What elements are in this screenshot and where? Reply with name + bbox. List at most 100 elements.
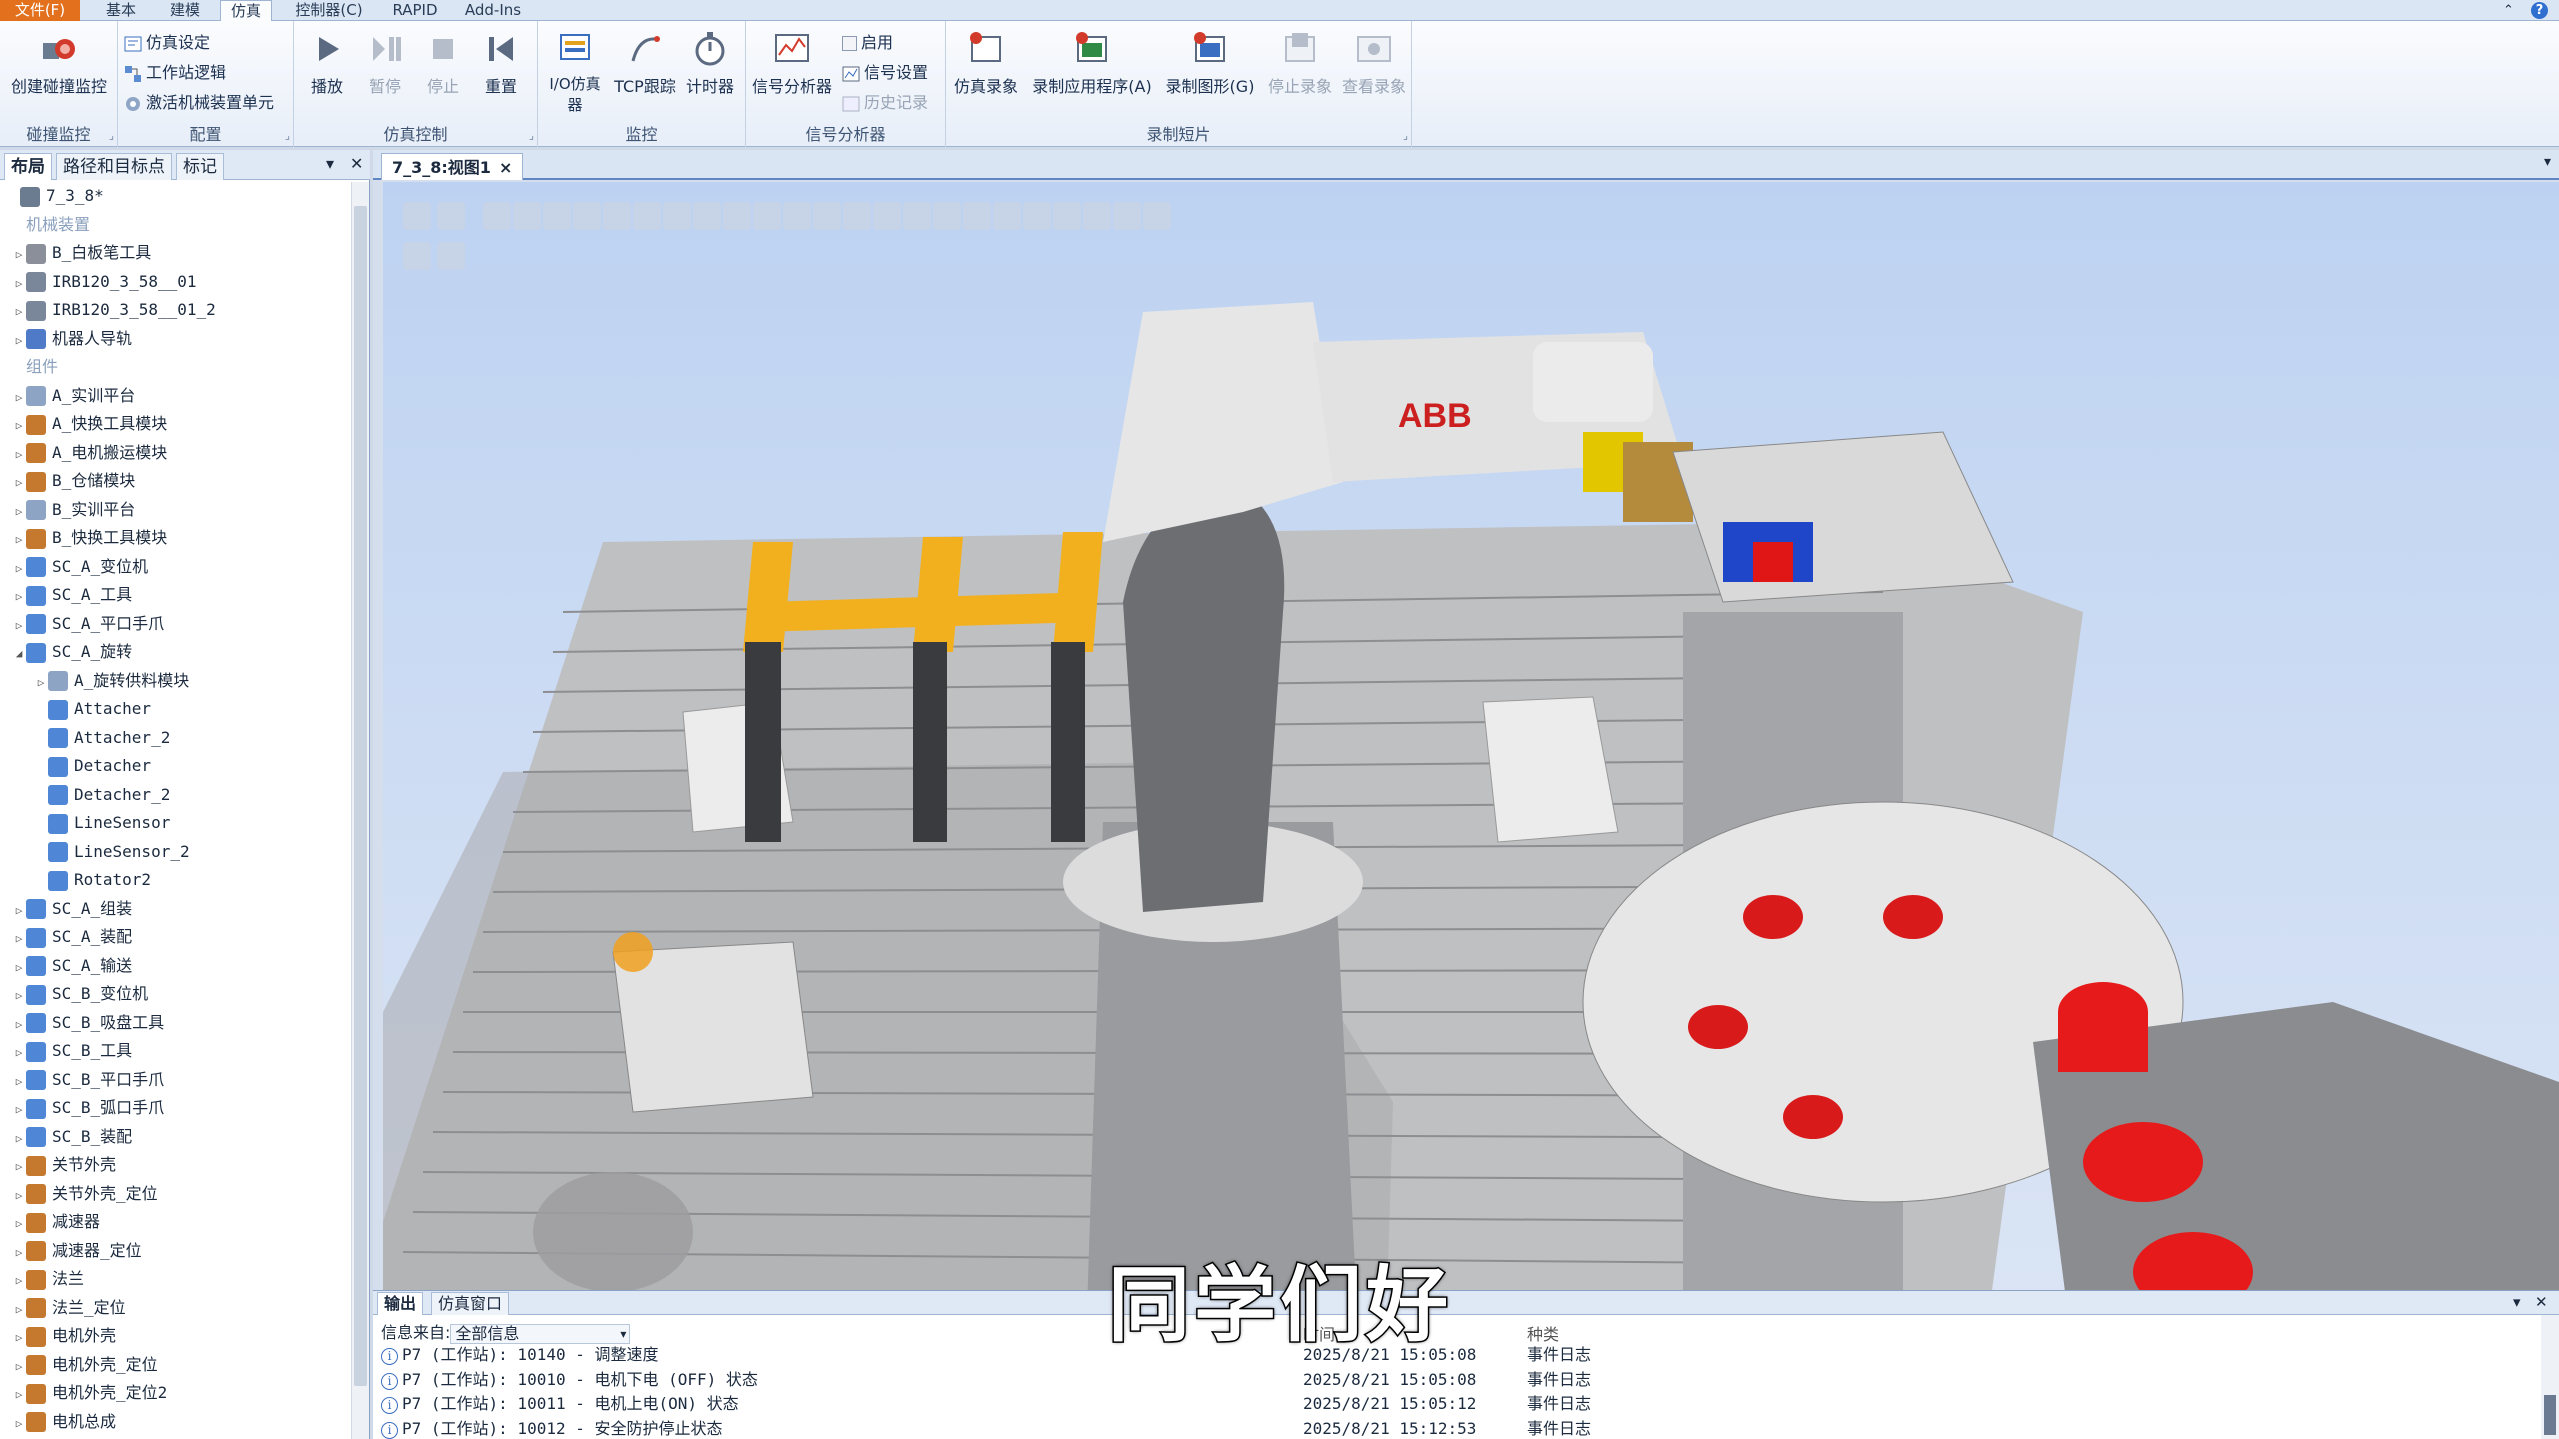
dialog-launcher-icon[interactable]: ⌟ <box>285 129 290 142</box>
dialog-launcher-icon[interactable]: ⌟ <box>1403 129 1408 142</box>
tree-item[interactable]: ▷ 减速器_定位 <box>0 1237 142 1265</box>
expand-arrow-icon[interactable]: ▷ <box>12 583 26 611</box>
tree-item[interactable]: ▷ B_快换工具模块 <box>0 524 167 552</box>
signal-settings-button[interactable]: 信号设置 <box>842 61 928 85</box>
expand-arrow-icon[interactable]: ▷ <box>12 1011 26 1039</box>
tree-item[interactable]: ▷ 电机总成 <box>0 1408 116 1436</box>
expand-arrow-icon[interactable]: ▷ <box>12 1039 26 1067</box>
tree-item[interactable]: ◢ SC_A_旋转 <box>0 638 132 666</box>
tab-modeling[interactable]: 建模 <box>160 0 210 21</box>
scrollbar-thumb[interactable] <box>354 206 367 1386</box>
tree-item[interactable]: ▷ SC_A_平口手爪 <box>0 610 164 638</box>
tree-item[interactable]: ▷ IRB120_3_58__01 <box>0 268 197 296</box>
expand-arrow-icon[interactable]: ▷ <box>12 298 26 326</box>
output-row[interactable]: i P7 (工作站): 10011 - 电机上电(ON) 状态 2025/8/21 … <box>381 1392 1591 1416</box>
tree-item[interactable]: Detacher_2 <box>0 781 170 809</box>
tree-item[interactable]: ▷ SC_B_工具 <box>0 1037 132 1065</box>
tree-item[interactable]: ▷ SC_A_变位机 <box>0 553 148 581</box>
tree-item[interactable]: Detacher <box>0 752 151 780</box>
tree-item[interactable]: Attacher_2 <box>0 724 170 752</box>
tree-item[interactable]: ▷ 电机外壳_定位2 <box>0 1379 167 1407</box>
tree-item[interactable]: ▷ A_实训平台 <box>0 382 135 410</box>
expand-arrow-icon[interactable]: ▷ <box>12 241 26 269</box>
expand-arrow-icon[interactable]: ▷ <box>12 1410 26 1438</box>
expand-arrow-icon[interactable]: ▷ <box>12 1353 26 1381</box>
tree-item[interactable]: ▷ B_实训平台 <box>0 496 135 524</box>
tree-item[interactable]: ▷ SC_A_工具 <box>0 581 132 609</box>
expand-arrow-icon[interactable]: ▷ <box>12 1267 26 1295</box>
dialog-launcher-icon[interactable]: ⌟ <box>109 129 114 142</box>
tree-item[interactable]: ▷ SC_A_组装 <box>0 895 132 923</box>
filter-select[interactable]: 全部信息 <box>450 1323 631 1344</box>
expand-arrow-icon[interactable]: ▷ <box>12 1153 26 1181</box>
history-button[interactable]: 历史记录 <box>842 91 928 115</box>
play-button[interactable]: 播放 <box>300 29 354 97</box>
tree-item[interactable]: Attacher <box>0 695 151 723</box>
expand-arrow-icon[interactable]: ▷ <box>12 412 26 440</box>
output-scrollbar[interactable] <box>2541 1315 2559 1439</box>
tab-rapid[interactable]: RAPID <box>384 0 446 21</box>
expand-arrow-icon[interactable]: ▷ <box>12 555 26 583</box>
pause-button[interactable]: 暂停 <box>358 29 412 97</box>
tree-item[interactable]: 7_3_8* <box>0 182 104 210</box>
tree-item[interactable]: ▷ 电机外壳 <box>0 1322 116 1350</box>
output-row[interactable]: i P7 (工作站): 10012 - 安全防护停止状态 2025/8/21 15:… <box>381 1417 1591 1439</box>
tree-item[interactable]: ▷ SC_A_输送 <box>0 952 132 980</box>
tree-item[interactable]: ▷ B_白板笔工具 <box>0 239 151 267</box>
expand-arrow-icon[interactable]: ▷ <box>12 1210 26 1238</box>
tree-item[interactable]: ▷ SC_B_装配 <box>0 1123 132 1151</box>
help-icon[interactable]: ? <box>2531 2 2548 19</box>
tab-output[interactable]: 输出 <box>377 1292 424 1315</box>
expand-arrow-icon[interactable]: ▷ <box>12 954 26 982</box>
enable-checkbox[interactable]: 启用 <box>842 31 893 55</box>
tab-controller[interactable]: 控制器(C) <box>286 0 372 21</box>
record-graphics-button[interactable]: 录制图形(G) <box>1158 29 1262 97</box>
expand-arrow-icon[interactable]: ▷ <box>12 1324 26 1352</box>
tree-item[interactable]: ▷ SC_B_平口手爪 <box>0 1066 164 1094</box>
tree-item[interactable]: ▷ 关节外壳_定位 <box>0 1180 158 1208</box>
tab-sim-window[interactable]: 仿真窗口 <box>431 1292 510 1315</box>
tab-paths-targets[interactable]: 路径和目标点 <box>56 153 172 180</box>
tree-item[interactable]: ▷ A_旋转供料模块 <box>0 667 189 695</box>
tab-simulation[interactable]: 仿真 <box>220 0 272 22</box>
tab-home[interactable]: 基本 <box>96 0 146 21</box>
tree-item[interactable]: ▷ 电机外壳_定位 <box>0 1351 158 1379</box>
signal-analyzer-button[interactable]: 信号分析器 <box>748 29 836 97</box>
tree-item[interactable]: ▷ 关节外壳 <box>0 1151 116 1179</box>
tree-item[interactable]: Rotator2 <box>0 866 151 894</box>
expand-arrow-icon[interactable]: ▷ <box>12 270 26 298</box>
sim-record-button[interactable]: 仿真录象 <box>948 29 1024 97</box>
tree-item[interactable]: ▷ IRB120_3_58__01_2 <box>0 296 216 324</box>
view-record-button[interactable]: 查看录象 <box>1338 29 1410 97</box>
tree-item[interactable]: ▷ 法兰_定位 <box>0 1294 126 1322</box>
expand-arrow-icon[interactable]: ▷ <box>12 384 26 412</box>
timer-button[interactable]: 计时器 <box>678 29 742 97</box>
tree-item[interactable]: ▷ A_快换工具模块 <box>0 410 167 438</box>
tree-item[interactable]: ▷ SC_B_弧口手爪 <box>0 1094 164 1122</box>
output-row[interactable]: i P7 (工作站): 10010 - 电机下电 (OFF) 状态 2025/8/2… <box>381 1368 1591 1392</box>
expand-arrow-icon[interactable]: ▷ <box>12 327 26 355</box>
station-logic-button[interactable]: 工作站逻辑 <box>124 61 226 85</box>
expand-arrow-icon[interactable]: ◢ <box>12 640 26 668</box>
sim-setup-button[interactable]: 仿真设定 <box>124 31 210 55</box>
expand-arrow-icon[interactable]: ▷ <box>12 441 26 469</box>
panel-dropdown-icon[interactable]: ▾ <box>326 154 334 173</box>
reset-button[interactable]: 重置 <box>474 29 528 97</box>
tree-item[interactable]: LineSensor <box>0 809 170 837</box>
tree-item[interactable]: ▷ SC_B_吸盘工具 <box>0 1009 164 1037</box>
output-dropdown-icon[interactable]: ▾ <box>2513 1293 2521 1311</box>
tree-item[interactable]: ▷ A_电机搬运模块 <box>0 439 167 467</box>
expand-arrow-icon[interactable]: ▷ <box>34 669 48 697</box>
expand-arrow-icon[interactable]: ▷ <box>12 498 26 526</box>
expand-arrow-icon[interactable]: ▷ <box>12 1125 26 1153</box>
activate-mechanism-button[interactable]: 激活机械装置单元 <box>124 91 274 115</box>
create-collision-monitor-button[interactable]: 创建碰撞监控 <box>4 29 114 97</box>
expand-arrow-icon[interactable]: ▷ <box>12 1239 26 1267</box>
expand-arrow-icon[interactable]: ▷ <box>12 925 26 953</box>
document-dropdown-icon[interactable]: ▾ <box>2544 154 2551 170</box>
tree-scrollbar[interactable] <box>351 182 369 1439</box>
expand-arrow-icon[interactable]: ▷ <box>12 1068 26 1096</box>
tab-addins[interactable]: Add-Ins <box>458 0 528 21</box>
expand-arrow-icon[interactable]: ▷ <box>12 1096 26 1124</box>
tree-item[interactable]: ▷ SC_A_装配 <box>0 923 132 951</box>
